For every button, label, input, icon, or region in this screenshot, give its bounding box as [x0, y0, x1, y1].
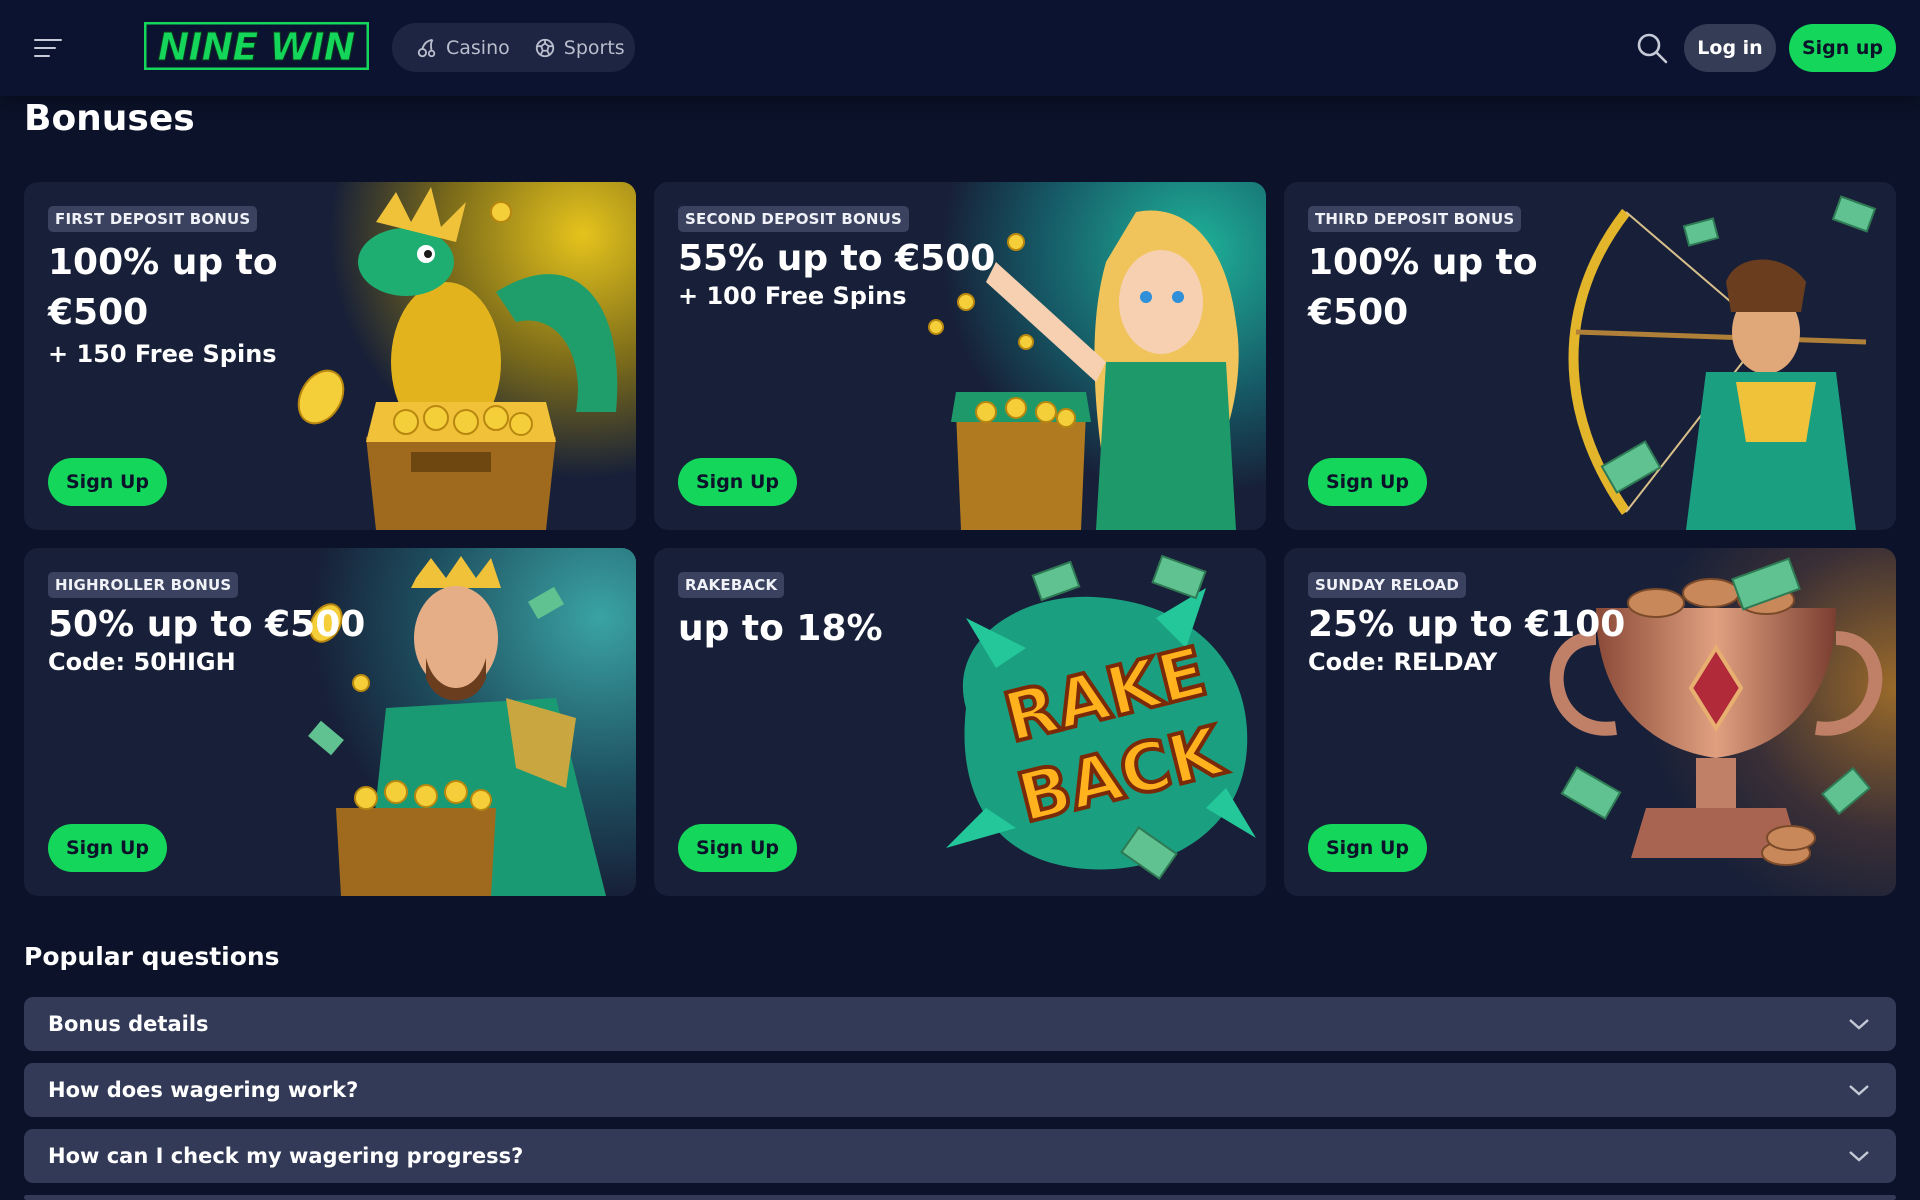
bonus-card-first-deposit[interactable]: FIRST DEPOSIT BONUS 100% up to €500 + 15…: [24, 182, 636, 530]
category-nav: Casino Sports: [392, 23, 635, 72]
nav-sports-label: Sports: [563, 36, 625, 59]
hamburger-menu-icon[interactable]: [34, 37, 62, 59]
faq-question: Bonus details: [48, 1012, 209, 1036]
nav-casino[interactable]: Casino: [404, 37, 522, 59]
bonus-headline: 100% up to €500: [1308, 242, 1538, 333]
svg-text:NINE WIN: NINE WIN: [158, 25, 355, 69]
faq-heading: Popular questions: [24, 942, 280, 971]
bonus-badge: SECOND DEPOSIT BONUS: [678, 206, 910, 232]
trophy-illustration: [1536, 548, 1896, 896]
faq-question: How does wagering work?: [48, 1078, 359, 1102]
bonus-card-highroller[interactable]: HIGHROLLER BONUS 50% up to €500 Code: 50…: [24, 548, 636, 896]
bonus-card-sunday-reload[interactable]: SUNDAY RELOAD 25% up to €100 Code: RELDA…: [1284, 548, 1896, 896]
bonus-subtitle: Code: 50HIGH: [48, 648, 236, 676]
bonus-headline: 55% up to €500: [678, 238, 996, 279]
soccer-ball-icon: [535, 38, 554, 57]
cherry-icon: [417, 38, 436, 57]
bonus-title: 100% up to €500: [1308, 238, 1538, 338]
bonus-badge: THIRD DEPOSIT BONUS: [1308, 206, 1522, 232]
faq-item-wagering[interactable]: How does wagering work?: [24, 1063, 1896, 1117]
faq-item-wagering-progress[interactable]: How can I check my wagering progress?: [24, 1129, 1896, 1183]
nav-sports[interactable]: Sports: [522, 37, 637, 59]
sign-up-button[interactable]: Sign Up: [48, 458, 167, 506]
heroine-treasure-illustration: [906, 182, 1266, 530]
bonus-title: 50% up to €500 Code: 50HIGH: [48, 604, 408, 678]
bonus-headline: 100% up to €500: [48, 242, 278, 333]
bonus-card-rakeback[interactable]: RAKE BACK RAKEBACK up to 18% Sign Up: [654, 548, 1266, 896]
rakeback-illustration: RAKE BACK: [906, 548, 1266, 896]
sign-up-button[interactable]: Sign Up: [1308, 458, 1427, 506]
nav-casino-label: Casino: [446, 36, 510, 59]
chevron-down-icon: [1849, 1085, 1869, 1096]
bonus-title: up to 18%: [678, 604, 938, 654]
bonus-headline: 50% up to €500: [48, 604, 366, 645]
faq-item-bonus-details[interactable]: Bonus details: [24, 997, 1896, 1051]
bonus-badge: FIRST DEPOSIT BONUS: [48, 206, 258, 232]
archer-illustration: [1536, 182, 1896, 530]
bonus-headline: up to 18%: [678, 608, 883, 649]
bonus-card-third-deposit[interactable]: THIRD DEPOSIT BONUS 100% up to €500 Sign…: [1284, 182, 1896, 530]
faq-question: How can I check my wagering progress?: [48, 1144, 524, 1168]
bonus-headline: 25% up to €100: [1308, 604, 1626, 645]
sign-up-button[interactable]: Sign Up: [1308, 824, 1427, 872]
bonus-subtitle: Code: RELDAY: [1308, 648, 1498, 676]
page-title: Bonuses: [24, 98, 195, 139]
bonus-subtitle: + 150 Free Spins: [48, 340, 277, 368]
chevron-down-icon: [1849, 1151, 1869, 1162]
faq-item-partial[interactable]: [24, 1195, 1896, 1200]
sign-up-button[interactable]: Sign Up: [678, 824, 797, 872]
bonus-title: 25% up to €100 Code: RELDAY: [1308, 604, 1668, 678]
search-icon[interactable]: [1636, 32, 1668, 64]
bonus-badge: RAKEBACK: [678, 572, 785, 598]
bonus-subtitle: + 100 Free Spins: [678, 282, 907, 310]
signup-button[interactable]: Sign up: [1789, 24, 1896, 72]
bonus-title: 55% up to €500 + 100 Free Spins: [678, 238, 1038, 312]
chevron-down-icon: [1849, 1019, 1869, 1030]
bonus-card-second-deposit[interactable]: SECOND DEPOSIT BONUS 55% up to €500 + 10…: [654, 182, 1266, 530]
bonus-title: 100% up to €500 + 150 Free Spins: [48, 238, 378, 370]
king-treasure-illustration: [276, 548, 636, 896]
bonus-badge: SUNDAY RELOAD: [1308, 572, 1467, 598]
top-header: NINE WIN Casino Sports Log in Sign up: [0, 0, 1920, 96]
sign-up-button[interactable]: Sign Up: [678, 458, 797, 506]
login-button[interactable]: Log in: [1684, 24, 1776, 72]
bonus-badge: HIGHROLLER BONUS: [48, 572, 239, 598]
ninewin-logo[interactable]: NINE WIN: [143, 21, 370, 71]
sign-up-button[interactable]: Sign Up: [48, 824, 167, 872]
